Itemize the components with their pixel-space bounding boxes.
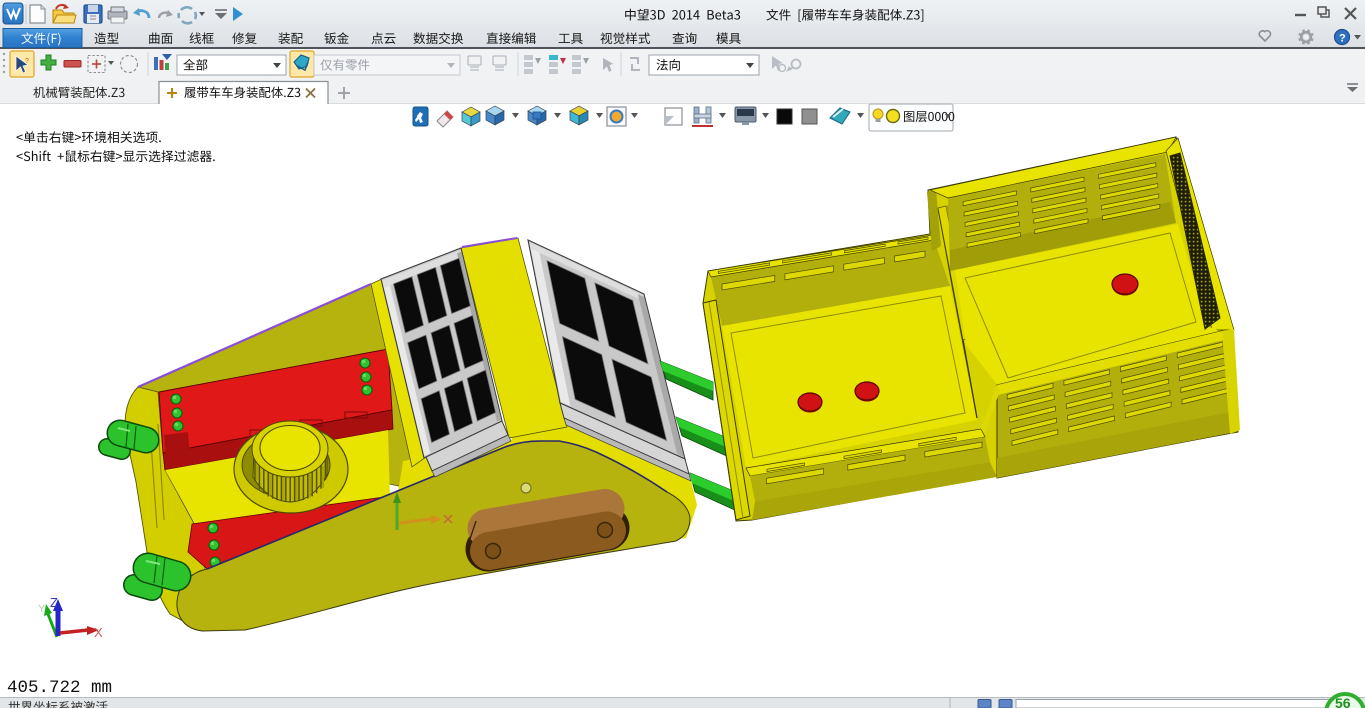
svg-text:X: X [94,625,103,640]
svg-text:Y: Y [38,603,46,615]
svg-text:405.722 mm: 405.722 mm [7,678,112,698]
svg-text:?: ? [25,58,29,65]
svg-text:Z: Z [50,595,58,610]
svg-text:56: 56 [1335,695,1351,708]
svg-text:?: ? [1339,33,1346,45]
